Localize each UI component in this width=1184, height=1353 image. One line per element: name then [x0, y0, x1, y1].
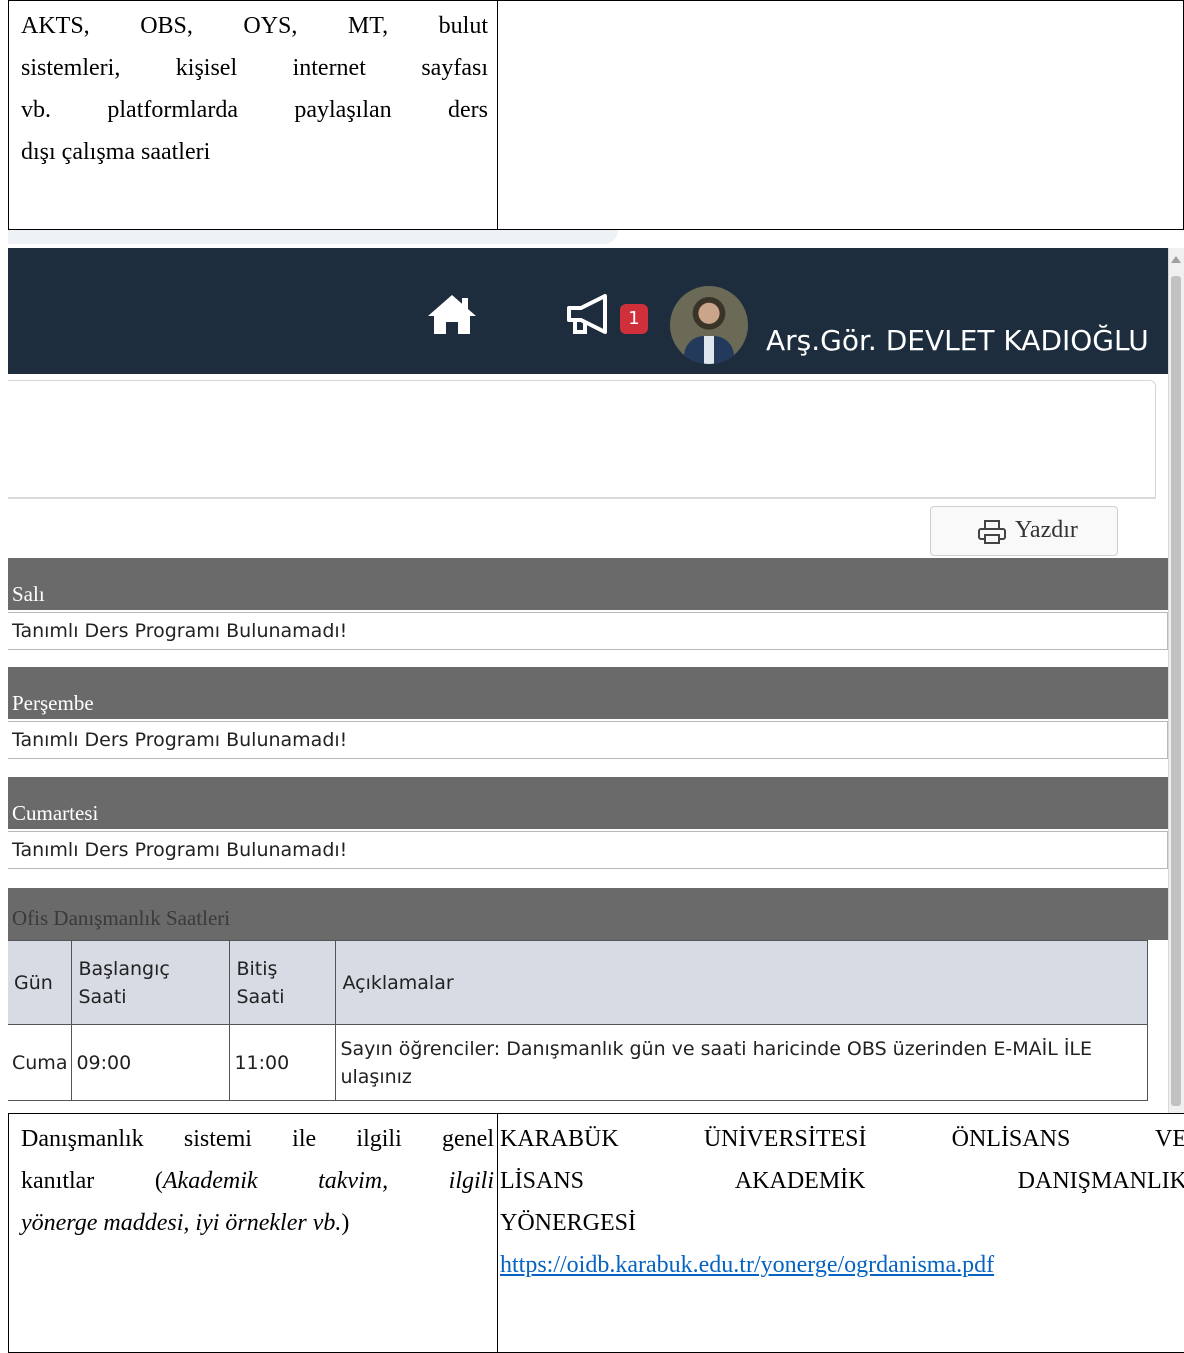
column-header: Bitiş Saati — [229, 940, 337, 1025]
print-button-label: Yazdır — [1015, 517, 1078, 543]
day-name: Cumartesi — [12, 801, 99, 825]
column-header: Gün — [8, 940, 73, 1025]
top-navbar: 1 Arş.Gör. DEVLET KADIOĞLU — [8, 248, 1168, 374]
document-table-bottom: Danışmanlık sistemi ile ilgili genel kan… — [8, 1113, 1184, 1353]
document-table-top: AKTS, OBS, OYS, MT, bulut sistemleri, ki… — [8, 0, 1184, 230]
doc-text-line: kanıtlar (Akademik takvim, ilgili — [21, 1160, 494, 1202]
doc-text-line: KARABÜK ÜNİVERSİTESİ ÖNLİSANS VE — [500, 1126, 1184, 1152]
printer-icon — [978, 520, 1006, 544]
cell-note: Sayın öğrenciler: Danışmanlık gün ve saa… — [335, 1024, 1148, 1101]
user-name[interactable]: Arş.Gör. DEVLET KADIOĞLU — [766, 324, 1149, 357]
embedded-screenshot: 1 Arş.Gör. DEVLET KADIOĞLU Yazdır Salı T… — [8, 230, 1184, 1113]
day-row-sali: Tanımlı Ders Programı Bulunamadı! — [8, 612, 1168, 650]
day-name: Salı — [12, 582, 45, 606]
doc-text-line: LİSANS AKADEMİK DANIŞMANLIK — [500, 1168, 1184, 1194]
home-icon[interactable] — [426, 292, 478, 336]
content-panel — [8, 380, 1156, 498]
office-hours-table: Gün Başlangıç Saati Bitiş Saati Açıklama… — [8, 940, 1148, 1101]
regulation-link[interactable]: https://oidb.karabuk.edu.tr/yonerge/ogrd… — [500, 1252, 994, 1278]
megaphone-icon[interactable] — [565, 292, 621, 336]
day-header-persembe: Perşembe — [8, 667, 1168, 719]
avatar[interactable] — [670, 286, 748, 364]
doc-text-italic: yönerge maddesi, iyi örnekler vb. — [21, 1210, 342, 1236]
doc-text-normal: ) — [341, 1210, 350, 1236]
table-header-row: Gün Başlangıç Saati Bitiş Saati Açıklama… — [8, 940, 1148, 1025]
doc-cell-label: AKTS, OBS, OYS, MT, bulut sistemleri, ki… — [8, 0, 498, 230]
cell-start: 09:00 — [71, 1024, 231, 1101]
doc-text-line: AKTS, OBS, OYS, MT, bulut — [21, 13, 488, 39]
day-message: Tanımlı Ders Programı Bulunamadı! — [12, 729, 348, 751]
doc-link-line: https://oidb.karabuk.edu.tr/yonerge/ogrd… — [500, 1244, 1184, 1286]
office-hours-title: Ofis Danışmanlık Saatleri — [12, 906, 231, 930]
office-hours-header: Ofis Danışmanlık Saatleri — [8, 888, 1168, 940]
doc-text-line: yönerge maddesi, iyi örnekler vb.) — [21, 1202, 494, 1244]
day-header-sali: Salı — [8, 558, 1168, 610]
doc-text-normal: kanıtlar ( — [21, 1168, 163, 1194]
table-row: Cuma 09:00 11:00 Sayın öğrenciler: Danış… — [8, 1024, 1148, 1101]
doc-text-line: Danışmanlık sistemi ile ilgili genel — [21, 1126, 494, 1152]
day-message: Tanımlı Ders Programı Bulunamadı! — [12, 839, 348, 861]
day-header-cumartesi: Cumartesi — [8, 777, 1168, 829]
day-row-cumartesi: Tanımlı Ders Programı Bulunamadı! — [8, 831, 1168, 869]
doc-text-line: dışı çalışma saatleri — [21, 139, 211, 165]
day-message: Tanımlı Ders Programı Bulunamadı! — [12, 620, 348, 642]
scrollbar-thumb[interactable] — [1171, 276, 1181, 1106]
day-row-persembe: Tanımlı Ders Programı Bulunamadı! — [8, 721, 1168, 759]
print-button[interactable]: Yazdır — [930, 506, 1118, 556]
scroll-up-icon[interactable] — [1171, 256, 1181, 263]
notification-badge[interactable]: 1 — [620, 304, 648, 334]
doc-text-line: sistemleri, kişisel internet sayfası — [21, 55, 488, 81]
avatar-shirt — [704, 336, 714, 364]
doc-cell-evidence — [497, 0, 1184, 230]
browser-chrome-fragment — [8, 230, 618, 244]
doc-cell-label: Danışmanlık sistemi ile ilgili genel kan… — [8, 1113, 498, 1353]
cell-end: 11:00 — [229, 1024, 337, 1101]
column-header: Başlangıç Saati — [71, 940, 231, 1025]
doc-text-line: YÖNERGESİ — [500, 1210, 636, 1236]
doc-text-italic: Akademik takvim, ilgili — [162, 1168, 494, 1194]
doc-text-line: vb. platformlarda paylaşılan ders — [21, 97, 488, 123]
cell-day: Cuma — [8, 1024, 73, 1101]
doc-cell-evidence: KARABÜK ÜNİVERSİTESİ ÖNLİSANS VE LİSANS … — [497, 1113, 1184, 1353]
divider — [8, 498, 1156, 499]
day-name: Perşembe — [12, 691, 94, 715]
column-header: Açıklamalar — [335, 940, 1148, 1025]
